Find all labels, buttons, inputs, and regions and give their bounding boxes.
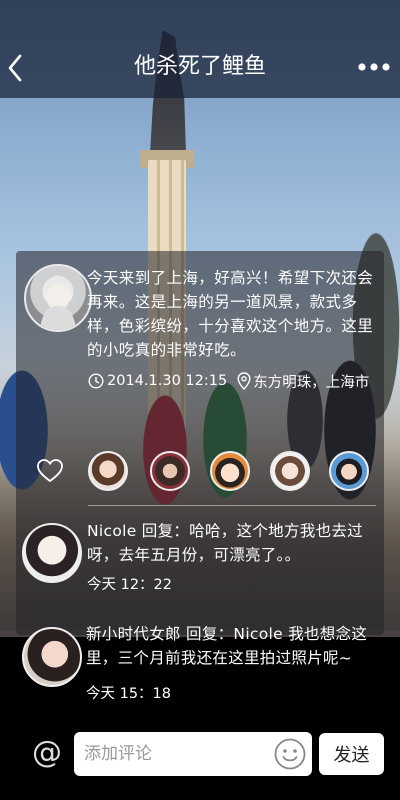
liker-avatar[interactable] [210, 451, 250, 491]
liker-avatar[interactable] [88, 451, 128, 491]
heart-outline-icon [37, 459, 63, 483]
post-time: 2014.1.30 12:15 [107, 373, 228, 389]
send-button[interactable]: 发送 [319, 733, 384, 775]
location-pin-icon [237, 372, 251, 390]
page-title: 他杀死了鲤鱼 [133, 54, 266, 79]
emoji-button[interactable] [273, 737, 307, 771]
back-button[interactable] [4, 50, 30, 86]
nav-bar: 他杀死了鲤鱼 [0, 0, 400, 98]
comment-time: 今天 15：18 [86, 686, 172, 702]
chevron-left-icon [8, 54, 22, 82]
ellipsis-icon [358, 63, 390, 71]
post-text: 今天来到了上海，好高兴！希望下次还会再来。这是上海的另一道风景，款式多样，色彩缤… [87, 269, 374, 359]
comment-text: Nicole 回复：哈哈，这个地方我也去过呀，去年五月份，可漂亮了。。 [87, 522, 363, 564]
mention-button[interactable]: @ [32, 733, 62, 773]
author-avatar[interactable] [24, 264, 92, 332]
divider [88, 505, 376, 506]
more-button[interactable] [356, 52, 392, 82]
post-card: 今天来到了上海，好高兴！希望下次还会再来。这是上海的另一道风景，款式多样，色彩缤… [16, 251, 384, 635]
liker-avatar[interactable] [329, 451, 369, 491]
post-meta: 2014.1.30 12:15 东方明珠，上海市 [88, 369, 383, 393]
likes-row [16, 447, 384, 497]
liker-avatar[interactable] [270, 451, 310, 491]
comment-time: 今天 12：22 [87, 577, 173, 593]
commenter-avatar[interactable] [22, 523, 82, 583]
like-button[interactable] [36, 457, 64, 485]
liker-avatar[interactable] [150, 451, 190, 491]
commenter-avatar[interactable] [22, 627, 82, 687]
smiley-icon [274, 738, 306, 770]
clock-icon [88, 373, 104, 389]
post-location: 东方明珠，上海市 [253, 374, 370, 391]
comment-text: 新小时代女郎 回复：Nicole 我也想念这里，三个月前我还在这里拍过照片呢~ [86, 625, 368, 667]
